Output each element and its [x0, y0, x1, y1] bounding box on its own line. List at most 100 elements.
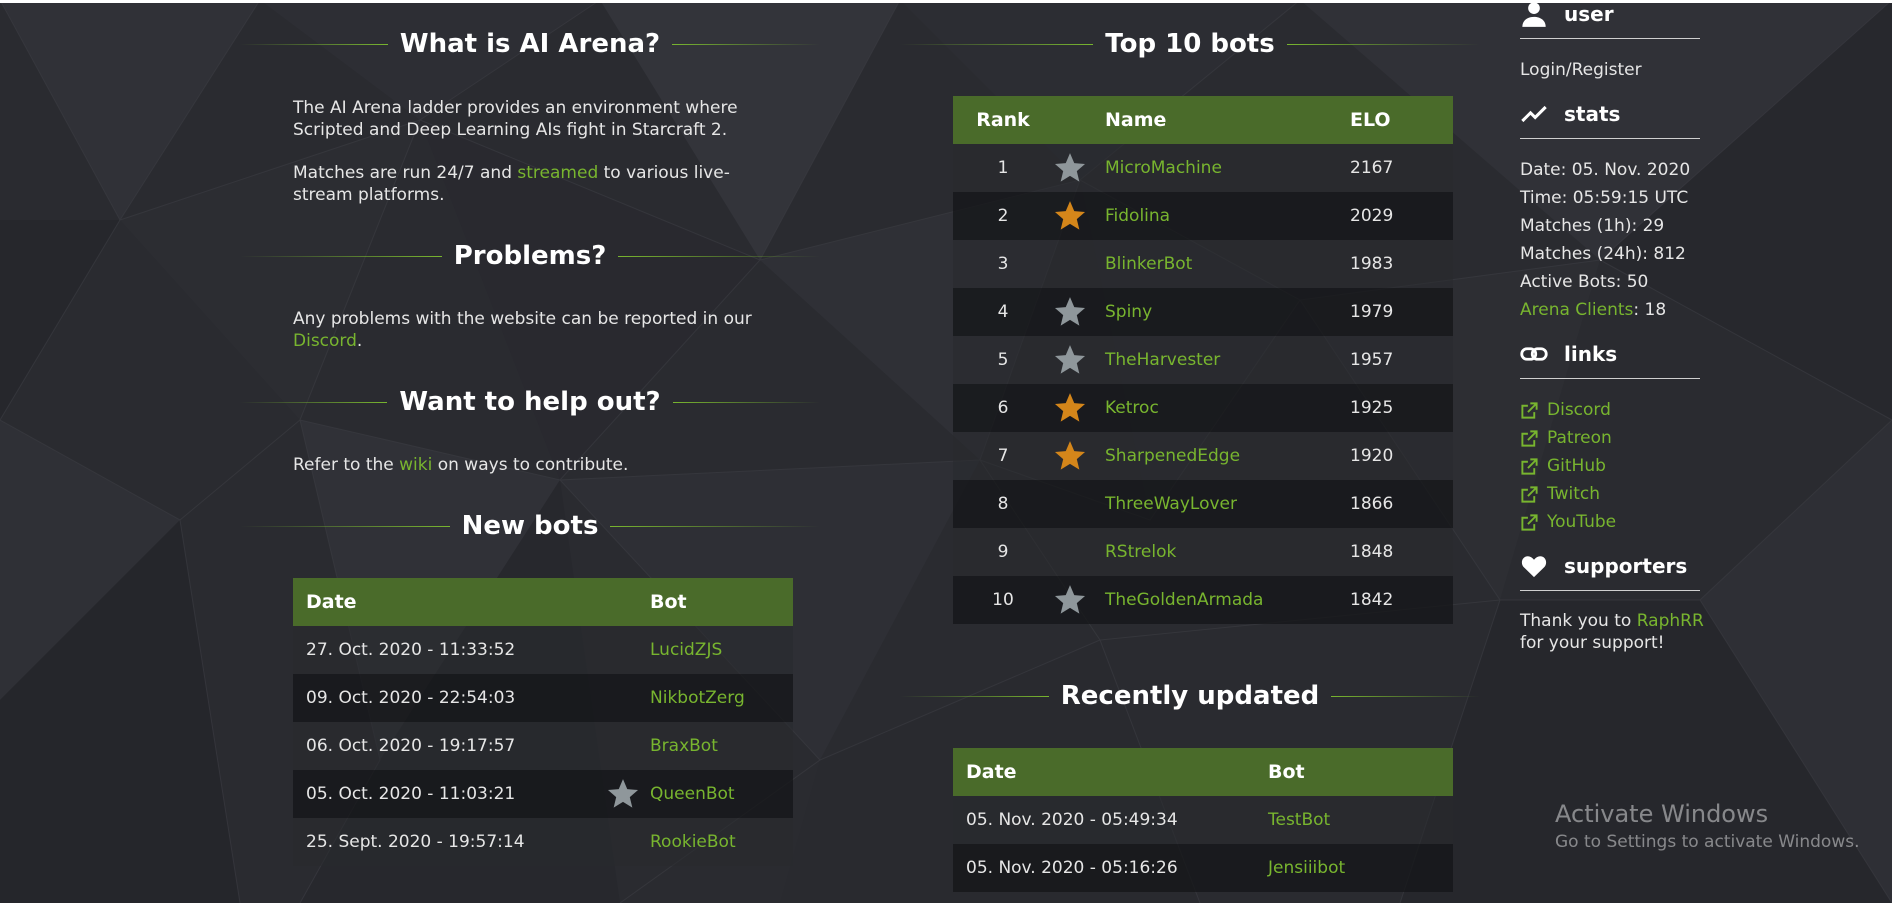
twitch-link-label[interactable]: Twitch	[1547, 484, 1600, 504]
discord-external-link[interactable]: Discord	[1520, 396, 1616, 424]
bot-elo: 2029	[1350, 192, 1453, 240]
top-bots-body: 1 MicroMachine 2167 2 Fidolina 2029 3 BlinkerBo…	[953, 144, 1453, 624]
stat-matches-24h: Matches (24h): 812	[1520, 244, 1686, 264]
bot-name-link[interactable]: Ketroc	[1105, 398, 1159, 418]
github-external-link[interactable]: GitHub	[1520, 452, 1616, 480]
gold-star-icon	[1053, 391, 1087, 425]
new-bots-header-row: Date Bot	[293, 578, 793, 626]
bot-name-link[interactable]: Spiny	[1105, 302, 1152, 322]
bot-name-link[interactable]: MicroMachine	[1105, 158, 1222, 178]
about-heading: What is AI Arena?	[240, 24, 820, 64]
user-section-heading: user	[1520, 0, 1614, 28]
new-bot-link[interactable]: LucidZJS	[650, 640, 722, 660]
bot-rank: 8	[953, 480, 1053, 528]
new-bots-heading: New bots	[240, 506, 820, 546]
supporters-divider	[1520, 590, 1700, 591]
new-bots-row: 06. Oct. 2020 - 19:17:57 BraxBot	[293, 722, 793, 770]
recent-bot-link[interactable]: TestBot	[1268, 810, 1330, 830]
recent-col-date: Date	[953, 748, 1268, 796]
arena-clients-value: : 18	[1633, 300, 1667, 320]
new-bot-date: 25. Sept. 2020 - 19:57:14	[293, 818, 606, 866]
stat-time: Time: 05:59:15 UTC	[1520, 188, 1689, 208]
bot-name-link[interactable]: BlinkerBot	[1105, 254, 1192, 274]
windows-activation-watermark: Activate Windows Go to Settings to activ…	[1555, 800, 1860, 852]
external-link-icon	[1521, 401, 1538, 419]
about-paragraph-1: The AI Arena ladder provides an environm…	[293, 98, 738, 140]
supporter-link[interactable]: RaphRR	[1637, 611, 1704, 631]
top-bots-row: 1 MicroMachine 2167	[953, 144, 1453, 192]
arena-clients-link[interactable]: Arena Clients	[1520, 300, 1633, 320]
external-link-icon	[1521, 513, 1538, 531]
bot-name-link[interactable]: TheGoldenArmada	[1105, 590, 1263, 610]
new-bots-col-star	[606, 578, 650, 626]
bot-rank: 4	[953, 288, 1053, 336]
external-link-icon	[1521, 485, 1538, 503]
bot-name-link[interactable]: ThreeWayLover	[1105, 494, 1237, 514]
problems-paragraph-pre: Any problems with the website can be rep…	[293, 309, 752, 329]
bot-name-cell: Spiny	[1105, 288, 1350, 336]
recent-date: 05. Nov. 2020 - 05:16:26	[953, 844, 1268, 892]
streamed-link[interactable]: streamed	[517, 163, 598, 183]
bot-name-cell: Ketroc	[1105, 384, 1350, 432]
recent-heading-text: Recently updated	[1060, 681, 1320, 711]
new-bot-link[interactable]: RookieBot	[650, 832, 736, 852]
bot-name-link[interactable]: RStrelok	[1105, 542, 1176, 562]
twitch-external-link[interactable]: Twitch	[1520, 480, 1616, 508]
bot-rank: 2	[953, 192, 1053, 240]
bot-name-link[interactable]: TheHarvester	[1105, 350, 1220, 370]
bot-name-cell: SharpenedEdge	[1105, 432, 1350, 480]
new-bots-col-date: Date	[293, 578, 606, 626]
new-bot-link[interactable]: QueenBot	[650, 784, 735, 804]
new-bot-link[interactable]: NikbotZerg	[650, 688, 745, 708]
wiki-link[interactable]: wiki	[399, 455, 432, 475]
top-bots-row: 3 BlinkerBot 1983	[953, 240, 1453, 288]
help-heading: Want to help out?	[240, 382, 821, 422]
stat-matches-1h: Matches (1h): 29	[1520, 216, 1665, 236]
bot-elo: 1979	[1350, 288, 1453, 336]
patreon-external-link[interactable]: Patreon	[1520, 424, 1616, 452]
new-bot-link[interactable]: BraxBot	[650, 736, 718, 756]
new-bot-date: 27. Oct. 2020 - 11:33:52	[293, 626, 606, 674]
discord-link[interactable]: Discord	[293, 331, 357, 351]
watermark-title: Activate Windows	[1555, 800, 1769, 828]
bot-elo: 1842	[1350, 576, 1453, 624]
login-register-link[interactable]: Login/Register	[1520, 56, 1642, 84]
help-heading-text: Want to help out?	[399, 387, 661, 417]
bot-name-link[interactable]: SharpenedEdge	[1105, 446, 1240, 466]
recent-table: Date Bot 05. Nov. 2020 - 05:49:34 TestBo…	[953, 748, 1453, 892]
stats-section-heading: stats	[1520, 100, 1620, 128]
new-bot-star-cell	[606, 674, 650, 722]
youtube-external-link[interactable]: YouTube	[1520, 508, 1616, 536]
github-link-label[interactable]: GitHub	[1547, 456, 1606, 476]
bot-star-cell	[1053, 288, 1105, 336]
top-bots-row: 2 Fidolina 2029	[953, 192, 1453, 240]
silver-star-icon	[1053, 151, 1087, 185]
supporters-post: for your support!	[1520, 633, 1665, 653]
bot-elo: 1920	[1350, 432, 1453, 480]
new-bot-star-cell	[606, 818, 650, 866]
gold-star-icon	[1053, 199, 1087, 233]
bot-elo: 1866	[1350, 480, 1453, 528]
bot-name-link[interactable]: Fidolina	[1105, 206, 1170, 226]
patreon-link-label[interactable]: Patreon	[1547, 428, 1612, 448]
links-section-heading: links	[1520, 340, 1617, 368]
silver-star-icon	[1053, 583, 1087, 617]
discord-link-label[interactable]: Discord	[1547, 400, 1611, 420]
new-bot-star-cell	[606, 770, 650, 818]
external-link-icon	[1521, 457, 1538, 475]
new-bots-row: 09. Oct. 2020 - 22:54:03 NikbotZerg	[293, 674, 793, 722]
page-content: What is AI Arena? The AI Arena ladder pr…	[0, 0, 1892, 903]
bot-rank: 7	[953, 432, 1053, 480]
top-bots-row: 4 Spiny 1979	[953, 288, 1453, 336]
youtube-link-label[interactable]: YouTube	[1547, 512, 1616, 532]
supporters-heading-text: supporters	[1564, 554, 1688, 578]
user-divider	[1520, 38, 1700, 39]
bot-star-cell	[1053, 528, 1105, 576]
top-bots-row: 10 TheGoldenArmada 1842	[953, 576, 1453, 624]
recent-row: 05. Nov. 2020 - 05:16:26 Jensiiibot	[953, 844, 1453, 892]
supporters-section-heading: supporters	[1520, 552, 1687, 580]
new-bots-row: 25. Sept. 2020 - 19:57:14 RookieBot	[293, 818, 793, 866]
top-bots-col-name: Name	[1105, 96, 1350, 144]
recent-bot-link[interactable]: Jensiiibot	[1268, 858, 1345, 878]
problems-heading-text: Problems?	[453, 241, 607, 271]
